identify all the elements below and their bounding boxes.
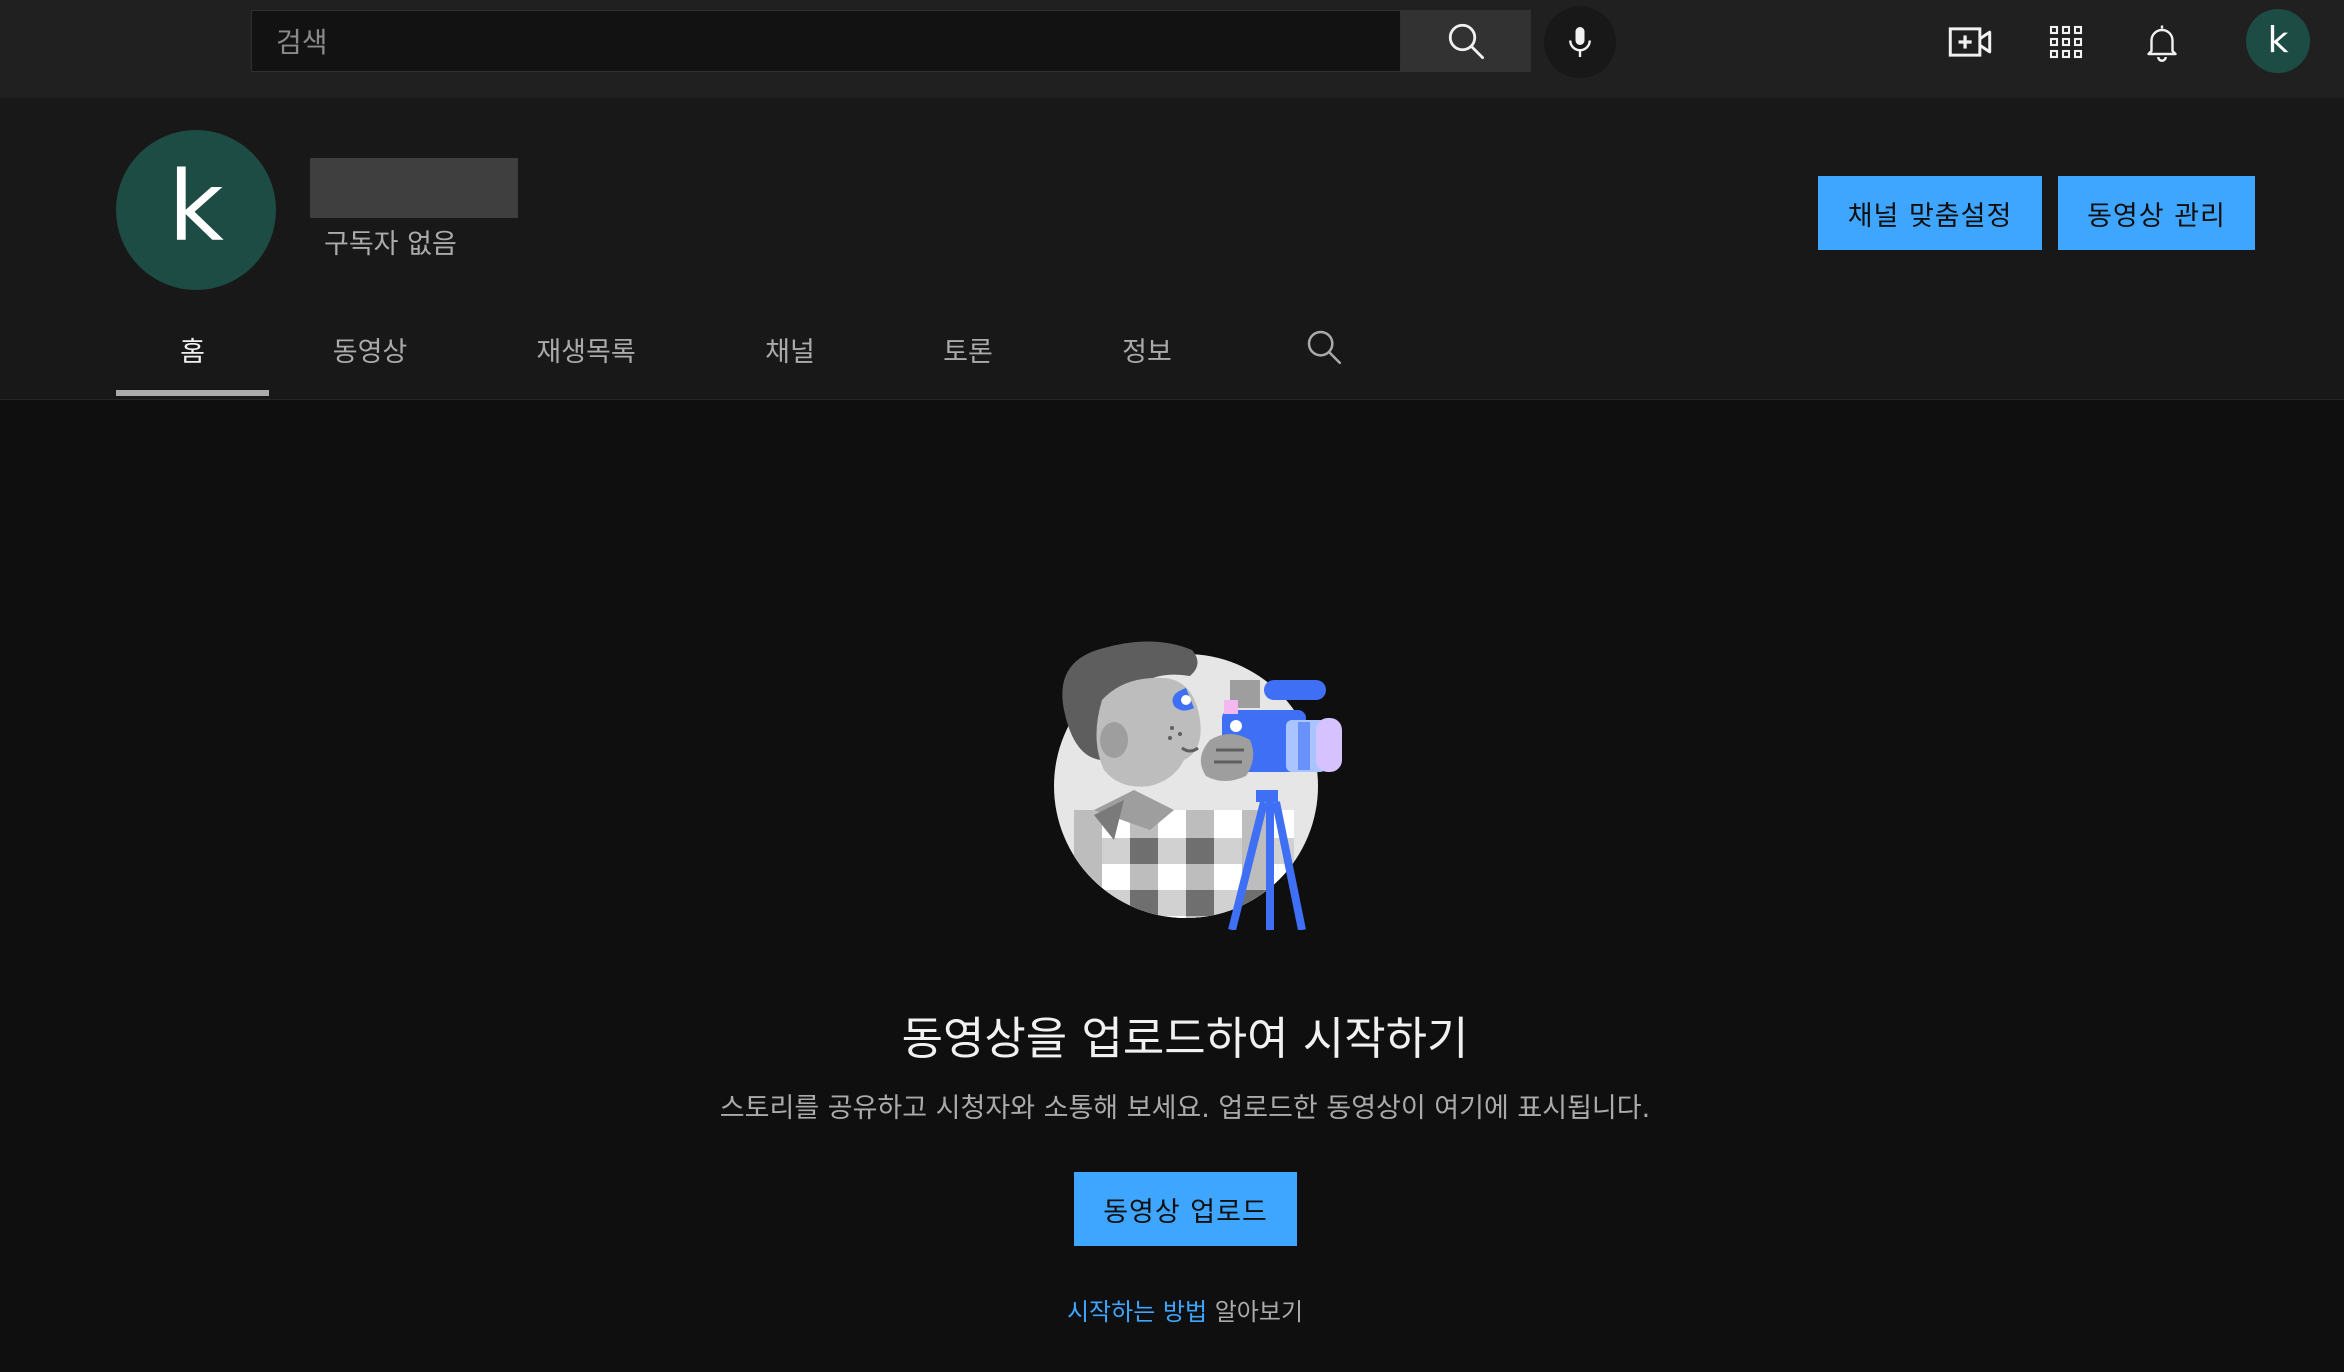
tab-about[interactable]: 정보 xyxy=(1097,330,1197,369)
tab-home[interactable]: 홈 xyxy=(116,330,269,369)
channel-avatar: k xyxy=(116,130,276,290)
upload-video-button[interactable]: 동영상 업로드 xyxy=(1074,1172,1297,1246)
channel-header: k 구독자 없음 채널 맞춤설정 동영상 관리 홈 동영상 재생목록 채널 토론… xyxy=(0,98,2344,400)
tab-playlists[interactable]: 재생목록 xyxy=(516,330,656,369)
active-tab-indicator xyxy=(116,390,269,396)
create-button[interactable] xyxy=(1942,14,1998,70)
apps-grid-icon xyxy=(2049,25,2083,59)
notifications-bell-icon xyxy=(2147,25,2177,62)
channel-search-button[interactable] xyxy=(1304,327,1344,367)
learn-how-line: 시작하는 방법 알아보기 xyxy=(0,1292,2344,1327)
empty-state-description: 스토리를 공유하고 시청자와 소통해 보세요. 업로드한 동영상이 여기에 표시… xyxy=(719,1093,1651,1124)
customize-channel-button[interactable]: 채널 맞춤설정 xyxy=(1818,176,2042,250)
search-input[interactable] xyxy=(252,11,1402,73)
notifications-button[interactable] xyxy=(2134,14,2190,70)
channel-name-redacted xyxy=(310,158,518,218)
account-avatar[interactable]: k xyxy=(2246,9,2310,73)
tab-channels[interactable]: 채널 xyxy=(740,330,840,369)
manage-videos-button[interactable]: 동영상 관리 xyxy=(2058,176,2255,250)
masthead: k xyxy=(0,0,2344,98)
learn-how-suffix: 알아보기 xyxy=(1207,1298,1304,1326)
empty-state-title: 동영상을 업로드하여 시작하기 xyxy=(901,1012,1469,1065)
tab-discussion[interactable]: 토론 xyxy=(918,330,1018,369)
search-box xyxy=(251,10,1402,73)
apps-button[interactable] xyxy=(2038,14,2094,70)
create-video-icon xyxy=(1948,27,1992,57)
search-button[interactable] xyxy=(1401,10,1531,72)
videographer-illustration xyxy=(1054,640,1364,931)
learn-how-link[interactable]: 시작하는 방법 xyxy=(1067,1298,1207,1326)
search-icon xyxy=(1448,23,1484,60)
microphone-icon xyxy=(1569,27,1591,57)
search-icon xyxy=(1307,330,1342,365)
voice-search-button[interactable] xyxy=(1544,6,1616,78)
tab-videos[interactable]: 동영상 xyxy=(310,330,430,369)
subscriber-count: 구독자 없음 xyxy=(324,229,457,260)
